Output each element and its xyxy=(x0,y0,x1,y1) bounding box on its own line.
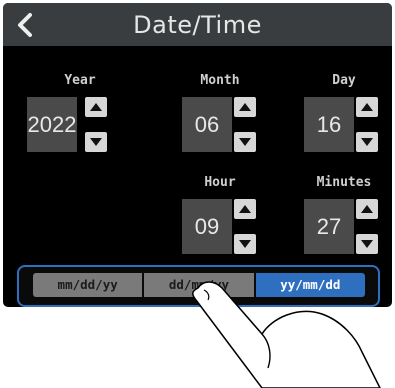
month-label: Month xyxy=(200,73,240,88)
format-option-dd-mm-yy[interactable]: dd/mm/yy xyxy=(144,273,254,297)
day-increment-button[interactable] xyxy=(356,97,378,117)
minutes-label: Minutes xyxy=(316,175,372,190)
minutes-value: 27 xyxy=(304,199,354,254)
triangle-down-icon xyxy=(361,240,373,248)
month-increment-button[interactable] xyxy=(234,97,256,117)
hour-label: Hour xyxy=(204,175,236,190)
minutes-decrement-button[interactable] xyxy=(356,234,378,254)
year-value: 2022 xyxy=(27,97,77,152)
year-decrement-button[interactable] xyxy=(85,132,107,152)
header-bar: Date/Time xyxy=(3,3,392,46)
minutes-increment-button[interactable] xyxy=(356,199,378,219)
triangle-up-icon xyxy=(361,103,373,111)
month-decrement-button[interactable] xyxy=(234,132,256,152)
triangle-down-icon xyxy=(239,138,251,146)
date-format-selector: mm/dd/yy dd/mm/yy yy/mm/dd xyxy=(17,265,380,307)
year-increment-button[interactable] xyxy=(85,97,107,117)
triangle-down-icon xyxy=(361,138,373,146)
format-option-yy-mm-dd[interactable]: yy/mm/dd xyxy=(255,273,365,297)
triangle-up-icon xyxy=(239,205,251,213)
triangle-up-icon xyxy=(90,103,102,111)
triangle-up-icon xyxy=(239,103,251,111)
date-time-screen: Date/Time Year 2022 Month 06 Day 16 Hour… xyxy=(3,3,392,307)
triangle-up-icon xyxy=(361,205,373,213)
day-decrement-button[interactable] xyxy=(356,132,378,152)
page-title: Date/Time xyxy=(133,11,262,39)
triangle-down-icon xyxy=(239,240,251,248)
day-value: 16 xyxy=(304,97,354,152)
date-format-options: mm/dd/yy dd/mm/yy yy/mm/dd xyxy=(33,273,365,297)
format-option-mm-dd-yy[interactable]: mm/dd/yy xyxy=(33,273,143,297)
triangle-down-icon xyxy=(90,138,102,146)
hour-increment-button[interactable] xyxy=(234,199,256,219)
day-label: Day xyxy=(332,73,356,88)
hour-value: 09 xyxy=(182,199,232,254)
month-value: 06 xyxy=(182,97,232,152)
hour-decrement-button[interactable] xyxy=(234,234,256,254)
year-label: Year xyxy=(64,73,96,88)
